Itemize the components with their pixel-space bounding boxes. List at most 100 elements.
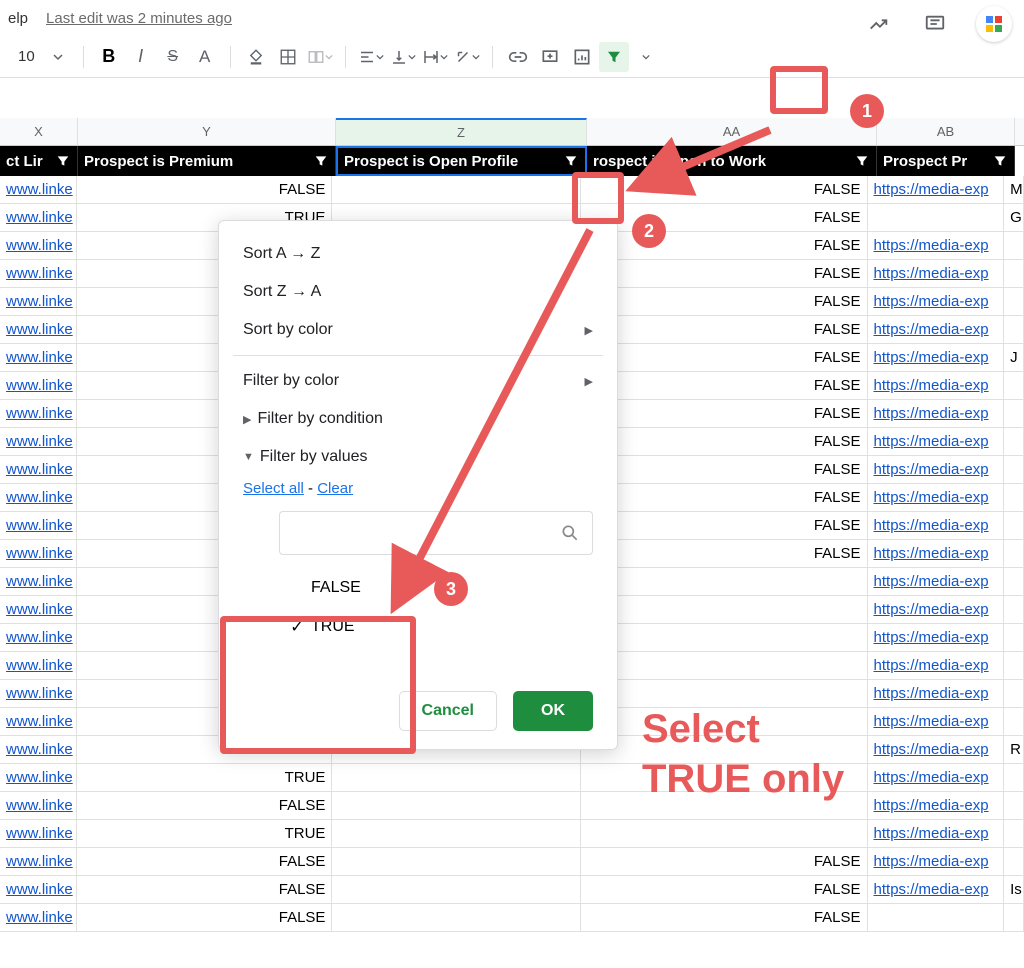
header-cell-aa[interactable]: rospect is Open to Work [587, 146, 877, 176]
cell-ac[interactable] [1004, 680, 1024, 707]
merge-cells-button[interactable] [305, 42, 335, 72]
filter-views-dropdown[interactable] [631, 42, 661, 72]
cell-ab[interactable]: https://media-exp [868, 680, 1005, 707]
cell-ab[interactable]: https://media-exp [868, 260, 1005, 287]
cell-link[interactable]: www.linke [0, 904, 77, 931]
cell-ac[interactable] [1004, 456, 1024, 483]
cell-ac[interactable]: R [1004, 736, 1024, 763]
text-rotation-button[interactable] [452, 42, 482, 72]
cell-ac[interactable] [1004, 652, 1024, 679]
cell-aa[interactable]: FALSE [581, 540, 868, 567]
cell-aa[interactable] [581, 596, 868, 623]
google-logo-icon[interactable] [976, 6, 1012, 42]
cell-aa[interactable] [581, 820, 868, 847]
cell-ac[interactable] [1004, 820, 1024, 847]
column-header-z[interactable]: Z [336, 118, 587, 145]
cell-ab[interactable]: https://media-exp [868, 792, 1005, 819]
vertical-align-button[interactable] [388, 42, 418, 72]
filter-by-condition[interactable]: ▶ Filter by condition [219, 400, 617, 438]
cell-ab[interactable]: https://media-exp [868, 484, 1005, 511]
cell-ac[interactable] [1004, 764, 1024, 791]
cell-link[interactable]: www.linke [0, 568, 77, 595]
insert-chart-button[interactable] [567, 42, 597, 72]
cell-aa[interactable]: FALSE [581, 316, 868, 343]
cell-ab[interactable]: https://media-exp [868, 540, 1005, 567]
cell-ac[interactable] [1004, 512, 1024, 539]
cell-link[interactable]: www.linke [0, 512, 77, 539]
cell-ab[interactable]: https://media-exp [868, 820, 1005, 847]
cell-link[interactable]: www.linke [0, 204, 77, 231]
cell-aa[interactable]: FALSE [581, 372, 868, 399]
cell-ab[interactable]: https://media-exp [868, 568, 1005, 595]
cell-link[interactable]: www.linke [0, 484, 77, 511]
header-cell-x[interactable]: ct Lir [0, 146, 78, 176]
header-cell-y[interactable]: Prospect is Premium [78, 146, 336, 176]
italic-button[interactable]: I [126, 42, 156, 72]
cell-aa[interactable]: FALSE [581, 288, 868, 315]
insert-link-button[interactable] [503, 42, 533, 72]
sort-az[interactable]: Sort A → Z [219, 235, 617, 273]
cell-ab[interactable]: https://media-exp [868, 288, 1005, 315]
cell-ac[interactable] [1004, 708, 1024, 735]
cell-ab[interactable]: https://media-exp [868, 848, 1005, 875]
cell-y[interactable]: FALSE [77, 176, 332, 203]
cell-ab[interactable]: https://media-exp [868, 176, 1005, 203]
cell-link[interactable]: www.linke [0, 456, 77, 483]
header-cell-z[interactable]: Prospect is Open Profile [336, 146, 587, 176]
cell-ab[interactable]: https://media-exp [868, 456, 1005, 483]
cell-ab[interactable] [868, 904, 1005, 931]
cell-link[interactable]: www.linke [0, 540, 77, 567]
cell-ac[interactable] [1004, 316, 1024, 343]
last-edit-link[interactable]: Last edit was 2 minutes ago [46, 10, 232, 27]
cell-y[interactable]: FALSE [77, 792, 332, 819]
cell-aa[interactable] [581, 736, 868, 763]
ok-button[interactable]: OK [513, 691, 593, 731]
cell-aa[interactable] [581, 568, 868, 595]
cell-aa[interactable]: FALSE [581, 876, 868, 903]
cell-aa[interactable] [581, 624, 868, 651]
sort-by-color[interactable]: Sort by color ▶ [219, 311, 617, 349]
text-color-button[interactable]: A [190, 42, 220, 72]
cell-aa[interactable]: FALSE [581, 904, 868, 931]
cell-y[interactable]: FALSE [77, 876, 332, 903]
sort-za[interactable]: Sort Z → A [219, 273, 617, 311]
font-size-select[interactable]: 10 [8, 42, 73, 72]
filter-by-values[interactable]: ▼ Filter by values [219, 438, 617, 476]
cell-ac[interactable] [1004, 904, 1024, 931]
cell-ac[interactable] [1004, 400, 1024, 427]
cell-ab[interactable]: https://media-exp [868, 372, 1005, 399]
cell-link[interactable]: www.linke [0, 708, 77, 735]
cell-y[interactable]: TRUE [77, 820, 332, 847]
cell-aa[interactable] [581, 680, 868, 707]
cell-ab[interactable]: https://media-exp [868, 876, 1005, 903]
trend-icon[interactable] [864, 9, 894, 39]
cell-z[interactable] [332, 176, 580, 203]
cell-aa[interactable] [581, 792, 868, 819]
cell-ac[interactable]: M [1004, 176, 1024, 203]
cell-aa[interactable]: FALSE [581, 400, 868, 427]
cell-aa[interactable]: FALSE [581, 232, 868, 259]
cell-y[interactable]: FALSE [77, 904, 332, 931]
cell-ac[interactable] [1004, 260, 1024, 287]
borders-button[interactable] [273, 42, 303, 72]
cell-link[interactable]: www.linke [0, 288, 77, 315]
cell-aa[interactable] [581, 652, 868, 679]
cell-link[interactable]: www.linke [0, 848, 77, 875]
cell-link[interactable]: www.linke [0, 736, 77, 763]
cell-ab[interactable]: https://media-exp [868, 428, 1005, 455]
cell-ac[interactable] [1004, 232, 1024, 259]
cell-ab[interactable]: https://media-exp [868, 652, 1005, 679]
filter-icon[interactable] [313, 153, 329, 169]
comment-icon[interactable] [920, 9, 950, 39]
cell-ab[interactable]: https://media-exp [868, 736, 1005, 763]
cell-aa[interactable]: FALSE [581, 456, 868, 483]
filter-icon[interactable] [563, 153, 579, 169]
cell-ab[interactable]: https://media-exp [868, 316, 1005, 343]
cell-z[interactable] [332, 820, 580, 847]
cell-link[interactable]: www.linke [0, 624, 77, 651]
cell-ac[interactable] [1004, 372, 1024, 399]
filter-icon[interactable] [55, 153, 71, 169]
cell-ac[interactable] [1004, 428, 1024, 455]
fill-color-button[interactable] [241, 42, 271, 72]
cell-aa[interactable]: FALSE [581, 428, 868, 455]
